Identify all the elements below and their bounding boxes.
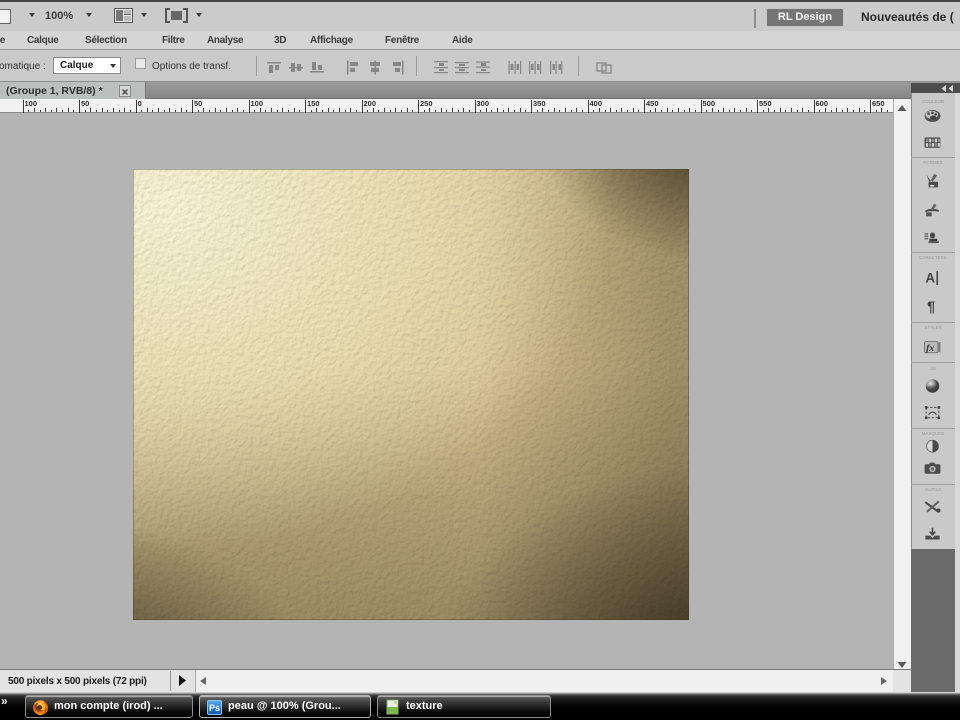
svg-text:fx: fx — [926, 344, 934, 354]
svg-text:¶: ¶ — [927, 299, 935, 316]
svg-text:A: A — [925, 271, 935, 286]
